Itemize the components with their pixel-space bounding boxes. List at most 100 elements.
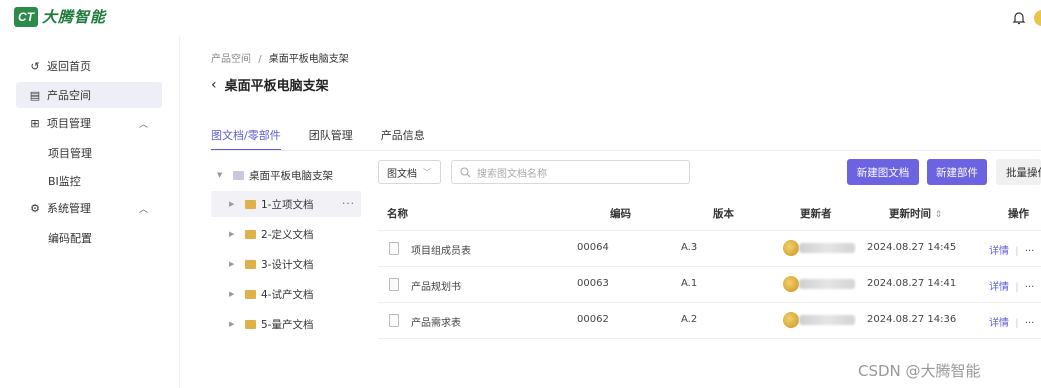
row-name[interactable]: 产品需求表 [411, 314, 461, 329]
search-icon [460, 166, 471, 177]
sidebar-subitem-code-config[interactable]: 编码配置 [48, 230, 92, 246]
caret-right-icon[interactable]: ▶ [229, 290, 239, 298]
sidebar-subitem-project[interactable]: 项目管理 [48, 145, 92, 161]
bell-icon[interactable] [1012, 10, 1026, 26]
row-divider [378, 266, 1041, 267]
avatar [783, 276, 799, 292]
tree-root-label: 桌面平板电脑支架 [249, 169, 333, 182]
breadcrumb-current: 桌面平板电脑支架 [268, 54, 349, 65]
search-input[interactable]: 搜索图文档名称 [451, 160, 690, 184]
back-chevron-icon[interactable]: ‹ [211, 77, 217, 93]
updater-name-blurred [799, 243, 855, 253]
row-version: A.2 [681, 314, 698, 325]
product-space-icon: ▤ [29, 88, 41, 102]
col-name: 名称 [387, 208, 408, 220]
gear-icon: ⚙ [30, 201, 40, 215]
sidebar-item-project-management[interactable]: ⊞ 项目管理 ︿ [16, 110, 162, 136]
user-avatar[interactable] [1034, 10, 1041, 26]
batch-action-button[interactable]: 批量操作 [996, 159, 1041, 185]
row-code: 00062 [577, 314, 609, 325]
col-update-time-label: 更新时间 [889, 208, 931, 220]
row-divider [378, 302, 1041, 303]
row-actions: 详情 | ··· [989, 278, 1034, 293]
sidebar-item-label: 返回首页 [47, 60, 91, 73]
caret-down-icon[interactable]: ▼ [217, 171, 227, 179]
watermark: CSDN @大腾智能 [858, 362, 981, 380]
folder-icon [245, 259, 256, 269]
more-icon[interactable]: ··· [342, 198, 355, 210]
sidebar-item-product-space[interactable]: ▤ 产品空间 [16, 82, 162, 108]
breadcrumb-root[interactable]: 产品空间 [211, 54, 251, 65]
more-icon[interactable]: ··· [1025, 246, 1035, 257]
avatar [783, 312, 799, 328]
caret-right-icon[interactable]: ▶ [229, 230, 239, 238]
action-separator: | [1015, 282, 1019, 293]
doc-type-select[interactable]: 图文档 ﹀ [378, 160, 441, 184]
tab-docs-parts[interactable]: 图文档/零部件 [211, 127, 281, 151]
brand-name: 大腾智能 [42, 8, 107, 26]
brand-logo[interactable]: CT 大腾智能 [14, 6, 106, 27]
document-icon [389, 242, 399, 255]
col-code: 编码 [610, 208, 631, 220]
folder-icon [245, 319, 256, 329]
new-part-button[interactable]: 新建部件 [927, 159, 987, 185]
row-time: 2024.08.27 14:41 [867, 278, 957, 289]
row-code: 00063 [577, 278, 609, 289]
row-time: 2024.08.27 14:36 [867, 314, 957, 325]
tab-product-info[interactable]: 产品信息 [381, 127, 425, 151]
action-separator: | [1015, 318, 1019, 329]
caret-right-icon[interactable]: ▶ [229, 200, 239, 208]
caret-right-icon[interactable]: ▶ [229, 320, 239, 328]
tree-folder-label: 1-立项文档 [261, 198, 314, 211]
folder-icon [245, 289, 256, 299]
sidebar-item-system-management[interactable]: ⚙ 系统管理 ︿ [16, 195, 162, 221]
chevron-up-icon: ︿ [138, 119, 148, 130]
tree-folder[interactable]: ▶ 1-立项文档 ··· [211, 191, 361, 217]
detail-link[interactable]: 详情 [989, 246, 1009, 257]
tab-bar: 图文档/零部件 团队管理 产品信息 [211, 127, 425, 151]
row-code: 00064 [577, 242, 609, 253]
sidebar-subitem-bi[interactable]: BI监控 [48, 173, 81, 189]
avatar [783, 240, 799, 256]
tree-folder-label: 3-设计文档 [261, 258, 314, 271]
tree-folder[interactable]: ▶ 5-量产文档 [211, 311, 361, 337]
tree-root[interactable]: ▼ 桌面平板电脑支架 [211, 162, 361, 188]
breadcrumb-separator: / [258, 54, 262, 65]
more-icon[interactable]: ··· [1025, 318, 1035, 329]
row-divider [378, 230, 1041, 231]
document-icon [389, 278, 399, 291]
sort-icon[interactable]: ⇕ [935, 210, 943, 220]
tree-folder-label: 5-量产文档 [261, 318, 314, 331]
detail-link[interactable]: 详情 [989, 318, 1009, 329]
folder-icon [245, 199, 256, 209]
tree-folder[interactable]: ▶ 3-设计文档 [211, 251, 361, 277]
sidebar-item-home[interactable]: ↺ 返回首页 [16, 53, 162, 79]
row-name[interactable]: 项目组成员表 [411, 242, 471, 257]
top-bar: CT 大腾智能 [0, 0, 1041, 36]
tree-folder-label: 2-定义文档 [261, 228, 314, 241]
row-name[interactable]: 产品规划书 [411, 278, 461, 293]
tree-folder[interactable]: ▶ 4-试产文档 [211, 281, 361, 307]
new-doc-button[interactable]: 新建图文档 [847, 159, 919, 185]
col-update-time[interactable]: 更新时间 ⇕ [889, 206, 942, 221]
action-separator: | [1015, 246, 1019, 257]
tab-team[interactable]: 团队管理 [309, 127, 353, 151]
row-version: A.3 [681, 242, 698, 253]
chevron-up-icon: ︿ [138, 204, 148, 215]
tab-divider [211, 150, 1041, 151]
col-updater: 更新者 [800, 208, 832, 220]
updater-name-blurred [799, 279, 855, 289]
folder-icon [245, 229, 256, 239]
tree-folder-label: 4-试产文档 [261, 288, 314, 301]
caret-right-icon[interactable]: ▶ [229, 260, 239, 268]
sidebar-item-label: 系统管理 [47, 202, 91, 215]
row-actions: 详情 | ··· [989, 242, 1034, 257]
updater-name-blurred [799, 315, 855, 325]
grid-icon: ⊞ [30, 116, 40, 130]
doc-type-value: 图文档 [387, 168, 417, 180]
page-title: ‹ 桌面平板电脑支架 [211, 75, 329, 95]
tree-folder[interactable]: ▶ 2-定义文档 [211, 221, 361, 247]
row-time: 2024.08.27 14:45 [867, 242, 957, 253]
detail-link[interactable]: 详情 [989, 282, 1009, 293]
more-icon[interactable]: ··· [1025, 282, 1035, 293]
